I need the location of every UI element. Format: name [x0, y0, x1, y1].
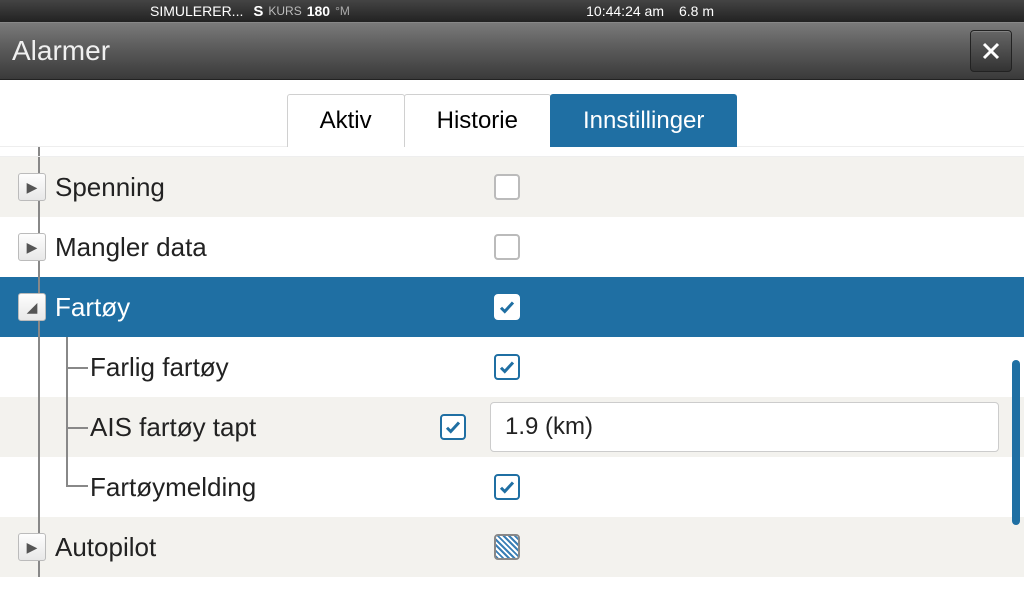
page-title: Alarmer: [12, 35, 110, 67]
checkbox-ais-tapt[interactable]: [440, 414, 466, 440]
checkbox-farlig-fartoy[interactable]: [494, 354, 520, 380]
label-mangler-data: Mangler data: [55, 232, 355, 263]
tab-innstillinger[interactable]: Innstillinger: [550, 94, 737, 147]
expander-autopilot[interactable]: ▶: [18, 533, 46, 561]
status-bar: SIMULERER... S KURS 180 °M 10:44:24 am 6…: [0, 0, 1024, 22]
check-icon: [444, 418, 462, 436]
row-farlig-fartoy[interactable]: Farlig fartøy: [0, 337, 1024, 397]
tab-aktiv[interactable]: Aktiv: [287, 94, 405, 147]
row-autopilot[interactable]: ▶ Autopilot: [0, 517, 1024, 577]
check-icon: [498, 478, 516, 496]
checkbox-fartoy[interactable]: [494, 294, 520, 320]
title-bar: Alarmer: [0, 22, 1024, 80]
label-fartoy: Fartøy: [55, 292, 355, 323]
label-fartoymelding: Fartøymelding: [90, 472, 390, 503]
ais-tapt-value-input[interactable]: [490, 402, 999, 452]
chevron-right-icon: ▶: [27, 540, 38, 554]
label-ais-tapt: AIS fartøy tapt: [90, 412, 440, 443]
chevron-right-icon: ▶: [27, 180, 38, 194]
row-mangler-data[interactable]: ▶ Mangler data: [0, 217, 1024, 277]
close-button[interactable]: [970, 30, 1012, 72]
checkbox-mangler-data[interactable]: [494, 234, 520, 260]
check-icon: [498, 298, 516, 316]
row-ais-tapt[interactable]: AIS fartøy tapt: [0, 397, 1024, 457]
sim-status: SIMULERER...: [150, 3, 243, 19]
content-area: Aktiv Historie Innstillinger ▶ Spenning: [0, 80, 1024, 615]
heading-display: S KURS 180 °M: [253, 3, 350, 20]
row-fartoy[interactable]: ◢ Fartøy: [0, 277, 1024, 337]
alarm-settings-list: ▶ Spenning ▶ Mangler data: [0, 146, 1024, 577]
checkbox-fartoymelding[interactable]: [494, 474, 520, 500]
depth-reading: 6.8 m: [679, 3, 714, 19]
row-fartoymelding[interactable]: Fartøymelding: [0, 457, 1024, 517]
chevron-right-icon: ▶: [27, 240, 38, 254]
scrollbar-thumb[interactable]: [1012, 360, 1020, 525]
checkbox-spenning[interactable]: [494, 174, 520, 200]
clock: 10:44:24 am: [586, 3, 664, 19]
label-autopilot: Autopilot: [55, 532, 355, 563]
tabs: Aktiv Historie Innstillinger: [0, 80, 1024, 147]
label-spenning: Spenning: [55, 172, 355, 203]
expander-spenning[interactable]: ▶: [18, 173, 46, 201]
expander-fartoy[interactable]: ◢: [18, 293, 46, 321]
checkbox-autopilot[interactable]: [494, 534, 520, 560]
tab-historie[interactable]: Historie: [404, 94, 551, 147]
check-icon: [498, 358, 516, 376]
chevron-down-icon: ◢: [27, 300, 38, 314]
expander-mangler-data[interactable]: ▶: [18, 233, 46, 261]
row-spenning[interactable]: ▶ Spenning: [0, 157, 1024, 217]
close-icon: [979, 39, 1003, 63]
label-farlig-fartoy: Farlig fartøy: [90, 352, 390, 383]
